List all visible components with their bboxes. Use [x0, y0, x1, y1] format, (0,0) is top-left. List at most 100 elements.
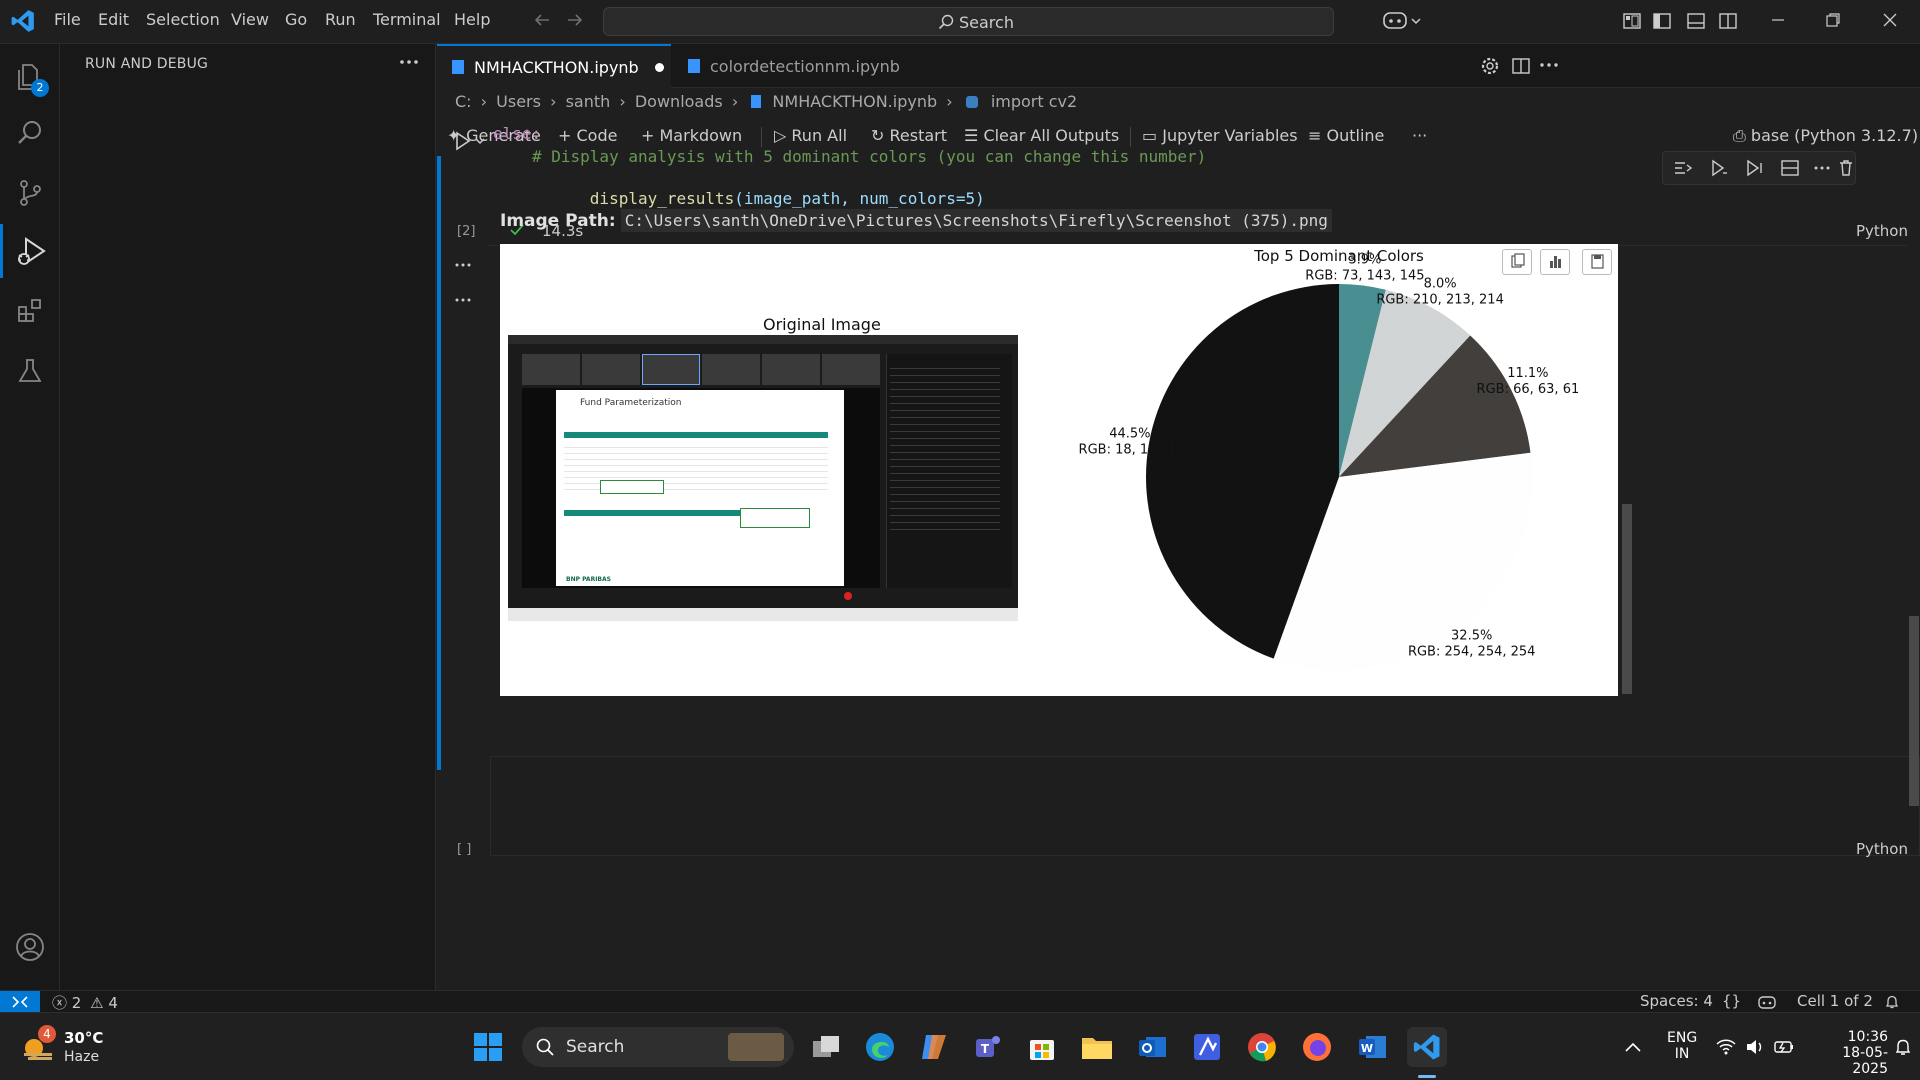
split-editor-icon[interactable] [1511, 56, 1531, 76]
add-code-button[interactable]: + Code [558, 126, 617, 145]
vscode-taskbar-icon[interactable] [1407, 1027, 1447, 1067]
menu-run[interactable]: Run [325, 10, 356, 29]
copilot-status-icon[interactable] [1758, 994, 1776, 1010]
copy-output-icon[interactable] [1502, 249, 1532, 275]
save-output-icon[interactable] [1582, 249, 1612, 275]
delete-cell-icon[interactable] [1838, 159, 1854, 177]
windows-start-icon[interactable] [468, 1027, 508, 1067]
customize-layout-icon[interactable] [1622, 11, 1642, 31]
toolbar-more-icon[interactable]: ··· [1412, 126, 1427, 145]
weather-temp[interactable]: 30°C [64, 1029, 103, 1047]
explorer-icon[interactable]: 2 [0, 49, 60, 103]
wifi-icon[interactable] [1716, 1038, 1736, 1056]
editor-more-icon[interactable] [1539, 60, 1559, 70]
word-icon[interactable]: W [1352, 1027, 1392, 1067]
problems-indicator[interactable]: ⓧ 2 ⚠ 4 [52, 992, 118, 1013]
task-view-icon[interactable] [806, 1027, 846, 1067]
store-icon[interactable] [1022, 1027, 1062, 1067]
chrome-icon[interactable] [1242, 1027, 1282, 1067]
taskbar-search-box[interactable]: Search [522, 1027, 794, 1067]
notification-center-icon[interactable] [1894, 1037, 1912, 1057]
scrollbar-thumb[interactable] [1909, 616, 1919, 806]
cell-position[interactable]: Cell 1 of 2 [1797, 992, 1873, 1010]
kernel-picker[interactable]: ⎙ base (Python 3.12.7) [1733, 126, 1918, 146]
menu-help[interactable]: Help [454, 10, 490, 29]
command-center-search[interactable]: Search [603, 7, 1334, 36]
code-line-comment[interactable]: # Display analysis with 5 dominant color… [532, 147, 1206, 166]
empty-code-cell[interactable] [490, 756, 1920, 856]
source-control-icon[interactable] [0, 166, 60, 220]
firefox-icon[interactable] [1297, 1027, 1337, 1067]
indentation-indicator[interactable]: Spaces: 4 [1640, 992, 1713, 1010]
back-arrow-icon[interactable] [533, 11, 551, 29]
cell-language[interactable]: Python [1856, 840, 1908, 858]
clear-outputs-button[interactable]: ☰ Clear All Outputs [964, 126, 1119, 145]
split-cell-icon[interactable] [1780, 159, 1800, 177]
breadcrumb-users[interactable]: Users [496, 92, 541, 111]
breadcrumb-downloads[interactable]: Downloads [635, 92, 723, 111]
file-explorer-icon[interactable] [1077, 1027, 1117, 1067]
output-vertical-scrollbar[interactable] [1618, 244, 1634, 696]
output-more-icon[interactable] [454, 262, 472, 268]
teams-icon[interactable]: T [968, 1027, 1008, 1067]
execute-below-icon[interactable] [1709, 159, 1729, 177]
run-and-debug-icon[interactable] [0, 224, 60, 278]
restore-icon[interactable] [1825, 12, 1841, 28]
notifications-bell-icon[interactable] [1884, 994, 1900, 1010]
editor-vertical-scrollbar[interactable] [1907, 156, 1920, 990]
close-window-icon[interactable] [1882, 12, 1898, 28]
minimize-icon[interactable] [1770, 12, 1786, 28]
execute-above-icon[interactable] [1673, 159, 1693, 177]
language-indicator[interactable]: ENG IN [1667, 1030, 1697, 1062]
open-plot-viewer-icon[interactable] [1540, 249, 1570, 275]
breadcrumb-file[interactable]: NMHACKTHON.ipynb [772, 92, 937, 111]
tab-nmhackthon[interactable]: NMHACKTHON.ipynb [437, 44, 671, 88]
weather-condition[interactable]: Haze [64, 1049, 99, 1065]
edge-browser-icon[interactable] [860, 1027, 900, 1067]
copilot-app-icon[interactable] [914, 1027, 954, 1067]
scrollbar-thumb[interactable] [1622, 504, 1632, 694]
menu-terminal[interactable]: Terminal [373, 10, 441, 29]
run-and-below-icon[interactable] [1745, 159, 1765, 177]
volume-icon[interactable] [1745, 1038, 1765, 1056]
unsaved-dot-icon[interactable] [654, 62, 664, 72]
breadcrumb-symbol[interactable]: import cv2 [991, 92, 1077, 111]
cell-more-icon[interactable] [1813, 164, 1831, 172]
menu-view[interactable]: View [231, 10, 269, 29]
settings-gear-icon[interactable] [1480, 56, 1500, 76]
search-view-icon[interactable] [0, 106, 60, 160]
menu-file[interactable]: File [54, 10, 81, 29]
jupyter-variables-button[interactable]: ▭ Jupyter Variables [1142, 126, 1298, 145]
weather-icon[interactable]: 4 [22, 1025, 56, 1061]
testing-flask-icon[interactable] [0, 344, 60, 398]
output-horizontal-scrollbar[interactable] [500, 702, 1618, 712]
restart-button[interactable]: ↻ Restart [871, 126, 947, 145]
cell-language[interactable]: Python [1856, 222, 1908, 240]
language-braces[interactable]: {} [1722, 992, 1741, 1010]
remote-indicator[interactable] [0, 991, 40, 1013]
breadcrumb-santh[interactable]: santh [566, 92, 611, 111]
copilot-icon[interactable] [1382, 9, 1422, 33]
tab-colordetection[interactable]: colordetectionnm.ipynb [673, 44, 911, 88]
menu-selection[interactable]: Selection [146, 10, 220, 29]
more-actions-icon[interactable] [398, 56, 420, 68]
output-more-icon[interactable] [454, 297, 472, 303]
toggle-primary-sidebar-icon[interactable] [1652, 11, 1672, 31]
accounts-icon[interactable] [0, 920, 60, 974]
code-line-else[interactable]: else: [493, 124, 541, 143]
add-markdown-button[interactable]: + Markdown [641, 126, 742, 145]
extensions-icon[interactable] [0, 284, 60, 338]
show-hidden-icons-icon[interactable] [1624, 1041, 1642, 1053]
menu-edit[interactable]: Edit [98, 10, 129, 29]
toggle-panel-icon[interactable] [1686, 11, 1706, 31]
forward-arrow-icon[interactable] [566, 11, 584, 29]
toggle-secondary-sidebar-icon[interactable] [1718, 11, 1738, 31]
menu-go[interactable]: Go [285, 10, 307, 29]
outline-button[interactable]: ≡ Outline [1308, 126, 1384, 145]
breadcrumb-drive[interactable]: C: [455, 92, 472, 111]
app-icon[interactable] [1187, 1027, 1227, 1067]
outlook-icon[interactable] [1132, 1027, 1172, 1067]
run-all-button[interactable]: ▷ Run All [774, 126, 847, 145]
clock[interactable]: 10:36 18-05-2025 [1812, 1029, 1888, 1077]
battery-icon[interactable] [1773, 1038, 1795, 1056]
